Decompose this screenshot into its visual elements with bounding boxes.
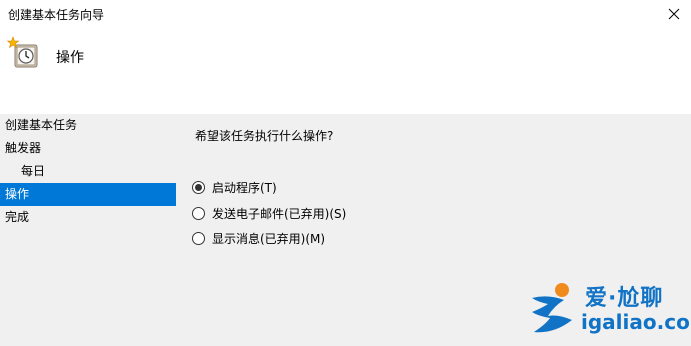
step-finish[interactable]: 完成 — [0, 206, 176, 229]
option-label: 发送电子邮件(已弃用)(S) — [212, 206, 347, 221]
option-start-program[interactable]: 启动程序(T) — [192, 178, 277, 196]
page-title: 操作 — [56, 50, 84, 66]
watermark: 爱·尬聊 igaliao.com — [528, 276, 691, 338]
window-title: 创建基本任务向导 — [8, 8, 105, 22]
step-label: 创建基本任务 — [5, 118, 78, 132]
action-question: 希望该任务执行什么操作? — [195, 129, 334, 143]
title-bar: 创建基本任务向导 — [0, 0, 691, 28]
step-trigger[interactable]: 触发器 — [0, 137, 176, 160]
step-label: 操作 — [5, 187, 30, 201]
close-button[interactable] — [657, 0, 691, 28]
watermark-url: igaliao.com — [581, 310, 691, 334]
option-send-email[interactable]: 发送电子邮件(已弃用)(S) — [192, 204, 346, 222]
step-action[interactable]: 操作 — [0, 183, 176, 206]
wizard-header: 操作 — [0, 28, 691, 114]
wizard-steps: 创建基本任务 触发器 每日 操作 完成 — [0, 114, 176, 346]
close-icon — [668, 8, 680, 20]
task-scheduler-clock-icon — [6, 36, 38, 68]
watermark-brand: 爱·尬聊 — [585, 286, 664, 311]
radio-start-program[interactable] — [192, 180, 205, 194]
option-display-message[interactable]: 显示消息(已弃用)(M) — [192, 229, 325, 247]
watermark-logo-icon — [532, 283, 572, 333]
step-daily[interactable]: 每日 — [0, 160, 176, 183]
step-label: 完成 — [5, 210, 30, 224]
step-label: 触发器 — [5, 141, 42, 155]
step-create-basic-task[interactable]: 创建基本任务 — [0, 114, 176, 137]
option-label: 显示消息(已弃用)(M) — [212, 231, 326, 246]
option-label: 启动程序(T) — [212, 180, 277, 195]
radio-send-email[interactable] — [192, 206, 205, 220]
radio-display-message[interactable] — [192, 231, 205, 245]
step-label: 每日 — [21, 164, 46, 178]
